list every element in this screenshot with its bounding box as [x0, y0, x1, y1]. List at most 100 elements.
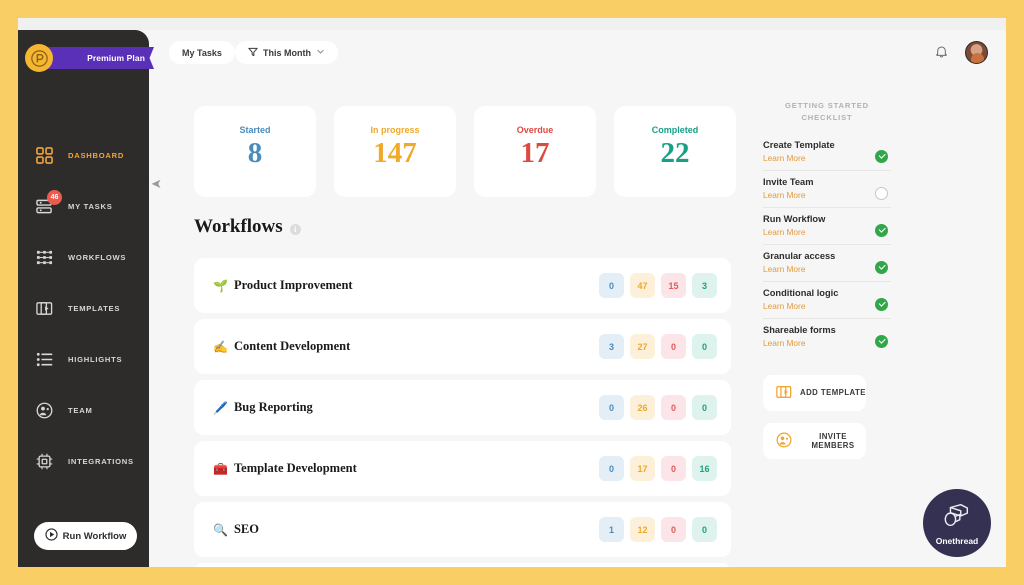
run-workflow-label: Run Workflow: [62, 530, 127, 542]
sidebar-item-workflows[interactable]: WORKFLOWS: [18, 232, 149, 283]
topbar: My Tasks This Month: [149, 30, 1006, 88]
count-started: 0: [599, 395, 624, 420]
learn-more-link[interactable]: Learn More: [763, 338, 891, 348]
workflow-name: Product Improvement: [233, 278, 353, 292]
learn-more-link[interactable]: Learn More: [763, 190, 891, 200]
table-row[interactable]: 🌱 Product Improvement 0 47 15 3: [194, 258, 731, 313]
sidebar-item-team[interactable]: TEAM: [18, 385, 149, 436]
stat-value: 8: [247, 137, 263, 169]
empty-circle-icon: [875, 186, 888, 200]
bell-icon: [934, 46, 949, 63]
sidebar-item-label: WORKFLOWS: [68, 253, 127, 262]
sidebar-item-dashboard[interactable]: DASHBOARD: [18, 130, 149, 181]
notifications-button[interactable]: [934, 44, 949, 64]
app-logo-icon[interactable]: [25, 44, 53, 72]
count-started: 3: [599, 334, 624, 359]
stat-card-started[interactable]: Started 8: [194, 106, 316, 197]
plan-badge[interactable]: Premium Plan: [42, 47, 154, 69]
table-row[interactable]: ✍️ Content Development 3 27 0 0: [194, 319, 731, 374]
table-row[interactable]: 🖊️ Bug Reporting 0 26 0 0: [194, 380, 731, 435]
add-template-button[interactable]: ADD TEMPLATE: [763, 374, 866, 411]
sidebar-item-label: TEAM: [68, 406, 93, 415]
count-completed: 0: [692, 334, 717, 359]
count-started: 0: [599, 456, 624, 481]
workflow-counts: 3 27 0 0: [599, 334, 717, 359]
app-window: Premium Plan DASHBOARD 46 MY TASKS WORKF…: [18, 18, 1006, 567]
table-row[interactable]: 🔍 SEO 1 12 0 0: [194, 502, 731, 557]
getting-started-panel: GETTING STARTED CHECKLIST Create Templat…: [763, 100, 891, 459]
count-completed: 3: [692, 273, 717, 298]
stat-label: Started: [239, 125, 271, 135]
templates-icon: [776, 384, 792, 402]
window-title-bar: [18, 18, 1006, 30]
stat-label: Overdue: [516, 125, 554, 135]
count-completed: 0: [692, 395, 717, 420]
check-icon: [875, 260, 888, 274]
table-row-partial[interactable]: [194, 563, 731, 567]
learn-more-link[interactable]: Learn More: [763, 153, 891, 163]
info-icon[interactable]: i: [289, 224, 301, 235]
panel-title-line2: CHECKLIST: [801, 112, 853, 122]
workflow-counts: 1 12 0 0: [599, 517, 717, 542]
my-tasks-label: My Tasks: [182, 47, 222, 58]
list-item[interactable]: Shareable forms Learn More: [763, 319, 891, 355]
sidebar-item-label: INTEGRATIONS: [68, 457, 134, 466]
invite-members-label: INVITE MEMBERS: [811, 431, 855, 450]
checklist-item-name: Invite Team: [763, 176, 814, 187]
tab-my-tasks[interactable]: My Tasks: [169, 41, 235, 64]
check-icon: [875, 334, 888, 348]
sidebar-nav: DASHBOARD 46 MY TASKS WORKFLOWS TEMPLATE…: [18, 130, 149, 487]
count-in-progress: 12: [630, 517, 655, 542]
sidebar-item-templates[interactable]: TEMPLATES: [18, 283, 149, 334]
run-workflow-button[interactable]: Run Workflow: [34, 522, 137, 550]
workflows-icon: [35, 248, 54, 267]
sidebar: Premium Plan DASHBOARD 46 MY TASKS WORKF…: [18, 30, 154, 567]
page-title: Workflows: [194, 216, 283, 237]
stat-card-completed[interactable]: Completed 22: [614, 106, 736, 197]
panel-title: GETTING STARTED CHECKLIST: [763, 100, 891, 124]
list-item[interactable]: Conditional logic Learn More: [763, 282, 891, 319]
sidebar-item-highlights[interactable]: HIGHLIGHTS: [18, 334, 149, 385]
onethread-badge[interactable]: Onethread: [923, 489, 991, 557]
team-icon: [776, 432, 792, 450]
stat-card-overdue[interactable]: Overdue 17: [474, 106, 596, 197]
list-item[interactable]: Granular access Learn More: [763, 245, 891, 282]
task-count-badge: 46: [47, 190, 62, 205]
sidebar-item-my-tasks[interactable]: 46 MY TASKS: [18, 181, 149, 232]
date-filter-label: This Month: [263, 47, 311, 58]
learn-more-link[interactable]: Learn More: [763, 301, 891, 311]
list-item[interactable]: Create Template Learn More: [763, 134, 891, 171]
stat-value: 22: [660, 137, 690, 169]
funnel-icon: [248, 47, 258, 59]
stat-value: 147: [373, 137, 417, 169]
table-row[interactable]: 🧰 Template Development 0 17 0 16: [194, 441, 731, 496]
count-in-progress: 27: [630, 334, 655, 359]
count-overdue: 0: [661, 334, 686, 359]
highlights-icon: [35, 350, 54, 369]
stat-value: 17: [520, 137, 550, 169]
learn-more-link[interactable]: Learn More: [763, 227, 891, 237]
checklist-item-name: Create Template: [763, 139, 835, 150]
count-in-progress: 17: [630, 456, 655, 481]
invite-members-button[interactable]: INVITE MEMBERS: [763, 422, 866, 459]
mouse-cursor: ➤: [151, 176, 162, 191]
checklist: Create Template Learn More Invite Team L…: [763, 134, 891, 355]
sidebar-item-integrations[interactable]: INTEGRATIONS: [18, 436, 149, 487]
learn-more-link[interactable]: Learn More: [763, 264, 891, 274]
templates-icon: [35, 299, 54, 318]
list-item[interactable]: Run Workflow Learn More: [763, 208, 891, 245]
workflow-name: Content Development: [233, 339, 351, 353]
sidebar-item-label: TEMPLATES: [68, 304, 121, 313]
list-item[interactable]: Invite Team Learn More: [763, 171, 891, 208]
user-avatar[interactable]: [965, 41, 988, 64]
workflow-name: SEO: [233, 522, 259, 536]
panel-title-line1: GETTING STARTED: [785, 101, 869, 110]
toolbox-icon: 🧰: [213, 461, 228, 476]
stat-label: In progress: [370, 125, 420, 135]
onethread-label: Onethread: [935, 536, 979, 546]
grid-icon: [35, 146, 54, 165]
stat-card-in-progress[interactable]: In progress 147: [334, 106, 456, 197]
workflow-counts: 0 47 15 3: [599, 273, 717, 298]
workflow-counts: 0 26 0 0: [599, 395, 717, 420]
date-filter-dropdown[interactable]: This Month: [235, 41, 338, 64]
